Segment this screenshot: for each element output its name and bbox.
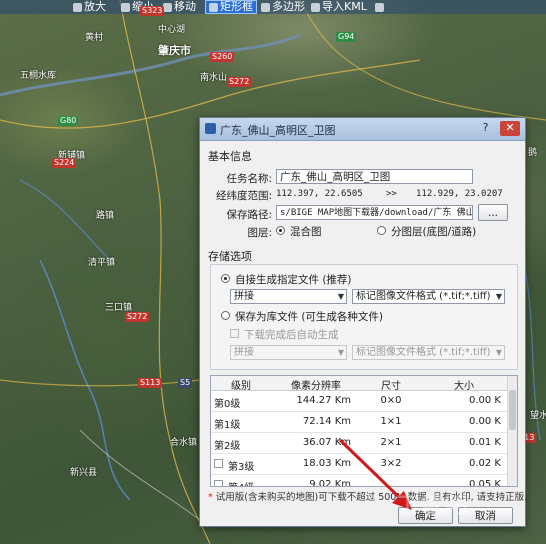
annotation-arrow bbox=[338, 438, 412, 510]
watermark: 下载吧 bbox=[397, 494, 470, 519]
